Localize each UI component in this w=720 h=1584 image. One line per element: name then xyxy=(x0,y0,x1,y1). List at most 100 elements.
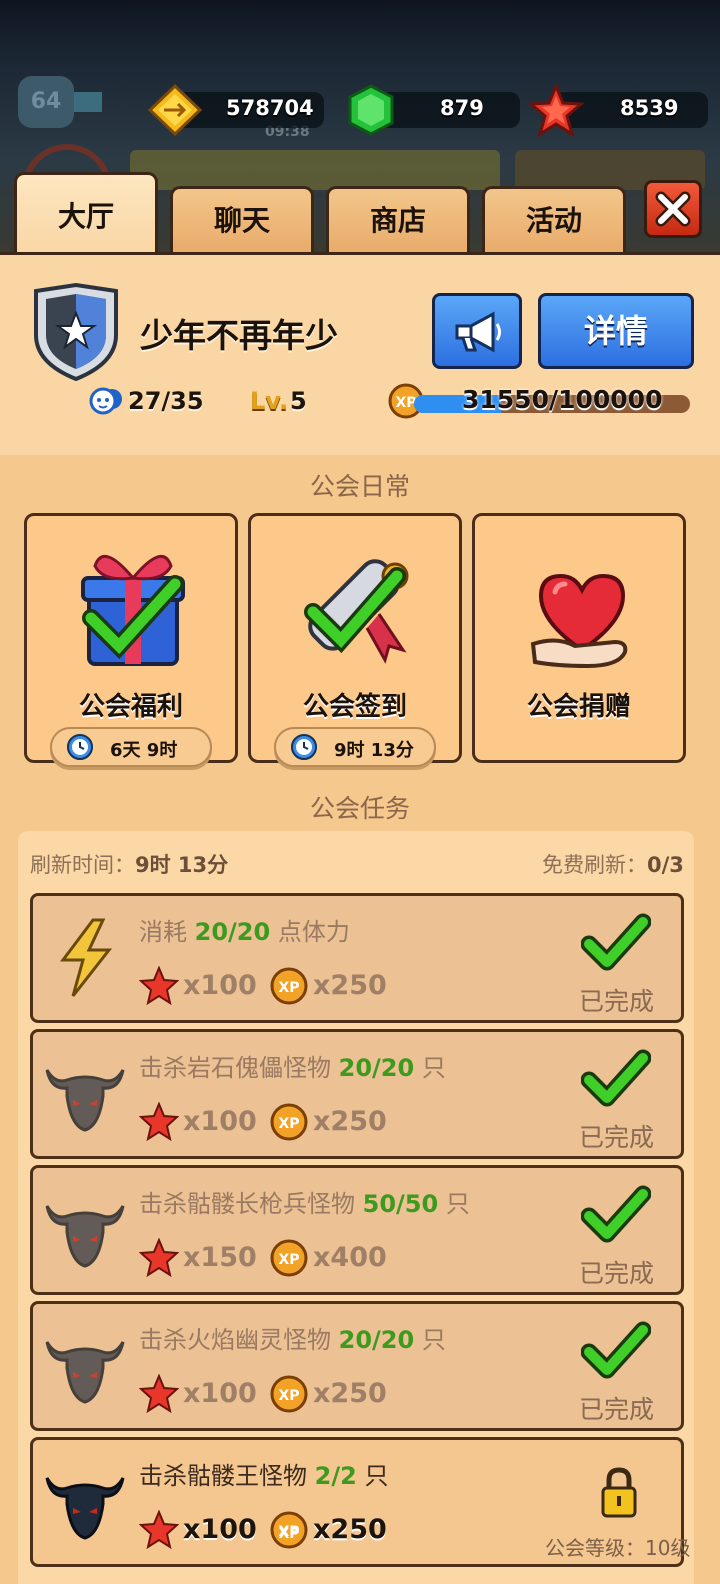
svg-text:XP: XP xyxy=(278,1524,299,1540)
welfare-timer-text: 6天 9时 xyxy=(110,740,178,761)
task-row[interactable]: 击杀骷髅王怪物 2/2 只 x100 XP x250 公会等级：10级 xyxy=(30,1437,690,1567)
tab-chat[interactable]: 聊天 xyxy=(170,186,314,254)
task-description: 击杀骷髅王怪物 2/2 只 xyxy=(139,1456,388,1491)
task-text: 击杀岩石傀儡怪物 xyxy=(139,1054,339,1082)
task-list: 刷新时间：9时 13分 免费刷新：0/3 消耗 20/20 点体力 x100 X… xyxy=(18,831,694,1584)
svg-text:XP: XP xyxy=(278,1388,299,1404)
star-reward-icon xyxy=(139,1238,179,1278)
task-status: 已完成 xyxy=(579,1259,655,1288)
close-button[interactable] xyxy=(644,180,702,238)
task-progress: 20/20 xyxy=(338,1326,415,1354)
star-reward-icon xyxy=(139,1374,179,1414)
xp-reward-amount: x400 xyxy=(313,1242,387,1273)
megaphone-icon xyxy=(455,311,501,353)
free-refresh: 免费刷新：0/3 xyxy=(542,849,684,879)
guild-donate-card[interactable]: 公会捐赠 xyxy=(472,513,686,763)
task-text-suffix: 点体力 xyxy=(270,918,350,946)
gold-diamond-icon xyxy=(148,84,202,136)
green-gem-icon xyxy=(348,84,394,136)
svg-text:XP: XP xyxy=(278,1116,299,1132)
task-text-suffix: 只 xyxy=(414,1054,446,1082)
star-reward-icon xyxy=(139,1510,179,1550)
lightning-bolt-icon xyxy=(60,918,113,997)
guild-xp-text: 31550/100000 xyxy=(462,385,663,414)
level-value: 5 xyxy=(290,387,307,415)
guild-name: 少年不再年少 xyxy=(140,316,338,355)
tab-lobby[interactable]: 大厅 xyxy=(14,172,158,256)
lock-icon xyxy=(601,1467,637,1518)
star-reward-icon xyxy=(139,966,179,1006)
tasks-title: 公会任务 xyxy=(309,794,410,823)
bull-monster-icon xyxy=(45,1477,125,1540)
level-prefix: Lv. xyxy=(250,387,289,415)
task-description: 击杀火焰幽灵怪物 20/20 只 xyxy=(139,1320,446,1355)
guild-checkin-label: 公会签到 xyxy=(302,692,407,722)
star-reward-amount: x100 xyxy=(183,1514,257,1545)
star-reward-icon xyxy=(139,1102,179,1142)
xp-reward-amount: x250 xyxy=(313,1378,387,1409)
task-text: 击杀火焰幽灵怪物 xyxy=(139,1326,339,1354)
xp-reward-icon: XP xyxy=(270,1375,308,1413)
welfare-timer: 6天 9时 xyxy=(50,727,212,767)
free-refresh-count: 0/3 xyxy=(647,853,684,877)
task-status: 已完成 xyxy=(579,1395,655,1424)
checkmark-icon xyxy=(581,1321,651,1379)
player-xp-bar xyxy=(74,92,102,112)
gold-value: 578704 xyxy=(226,96,314,120)
gift-box-icon xyxy=(81,554,185,666)
checkin-timer-text: 9时 13分 xyxy=(334,740,414,761)
task-description: 消耗 20/20 点体力 xyxy=(139,912,350,947)
tab-shop[interactable]: 商店 xyxy=(326,186,470,254)
guild-welfare-label: 公会福利 xyxy=(78,692,183,722)
checkmark-icon xyxy=(581,1049,651,1107)
task-status: 已完成 xyxy=(579,987,655,1016)
star-counter: 8539 xyxy=(528,84,708,138)
task-row[interactable]: 消耗 20/20 点体力 x100 XP x250 已完成 xyxy=(30,893,684,1023)
guild-header: 少年不再年少 详情 27/35 Lv. 5 XP 31550/100000 xyxy=(0,255,720,455)
star-value: 8539 xyxy=(620,96,679,120)
task-row[interactable]: 击杀火焰幽灵怪物 20/20 只 x100 XP x250 已完成 xyxy=(30,1301,684,1431)
tab-events[interactable]: 活动 xyxy=(482,186,626,254)
bull-monster-icon xyxy=(45,1069,125,1132)
task-text: 击杀骷髅长枪兵怪物 xyxy=(139,1190,363,1218)
guild-shield-icon xyxy=(34,283,118,381)
task-row[interactable]: 击杀岩石傀儡怪物 20/20 只 x100 XP x250 已完成 xyxy=(30,1029,684,1159)
member-count: 27/35 xyxy=(88,385,208,419)
guild-panel: 少年不再年少 详情 27/35 Lv. 5 XP 31550/100000 公会… xyxy=(0,252,720,1584)
gem-counter: 879 xyxy=(344,84,520,136)
xp-reward-icon: XP xyxy=(270,1103,308,1141)
clock-icon xyxy=(291,734,317,760)
checkmark-icon xyxy=(581,913,651,971)
clock-icon xyxy=(67,734,93,760)
task-text-suffix: 只 xyxy=(356,1462,389,1490)
task-text: 消耗 xyxy=(139,918,195,946)
members-icon xyxy=(89,387,122,415)
task-row[interactable]: 击杀骷髅长枪兵怪物 50/50 只 x150 XP x400 已完成 xyxy=(30,1165,684,1295)
gold-counter: 578704 xyxy=(148,84,324,136)
star-reward-amount: x100 xyxy=(183,1378,257,1409)
gem-value: 879 xyxy=(440,96,484,120)
xp-reward-amount: x250 xyxy=(313,970,387,1001)
bull-monster-icon xyxy=(45,1205,125,1268)
task-description: 击杀骷髅长枪兵怪物 50/50 只 xyxy=(139,1184,470,1219)
task-status: 已完成 xyxy=(579,1123,655,1152)
player-level-badge: 64 xyxy=(18,76,74,128)
guild-checkin-card[interactable]: 公会签到 xyxy=(248,513,462,763)
star-reward-amount: x100 xyxy=(183,1106,257,1137)
daily-title: 公会日常 xyxy=(309,472,410,501)
xp-reward-amount: x250 xyxy=(313,1514,387,1545)
announcement-button[interactable] xyxy=(432,293,522,369)
free-refresh-label: 免费刷新： xyxy=(542,853,647,877)
background-banner xyxy=(130,150,500,190)
details-button[interactable]: 详情 xyxy=(538,293,694,369)
guild-donate-label: 公会捐赠 xyxy=(526,692,631,722)
xp-reward-amount: x250 xyxy=(313,1106,387,1137)
task-text: 击杀骷髅王怪物 xyxy=(139,1462,315,1490)
refresh-time-value: 9时 13分 xyxy=(135,853,229,877)
refresh-time-label: 刷新时间： xyxy=(30,853,135,877)
checkin-timer: 9时 13分 xyxy=(274,727,436,767)
guild-welfare-card[interactable]: 公会福利 xyxy=(24,513,238,763)
star-reward-amount: x150 xyxy=(183,1242,257,1273)
bull-monster-icon xyxy=(45,1341,125,1404)
red-star-icon xyxy=(528,84,584,138)
